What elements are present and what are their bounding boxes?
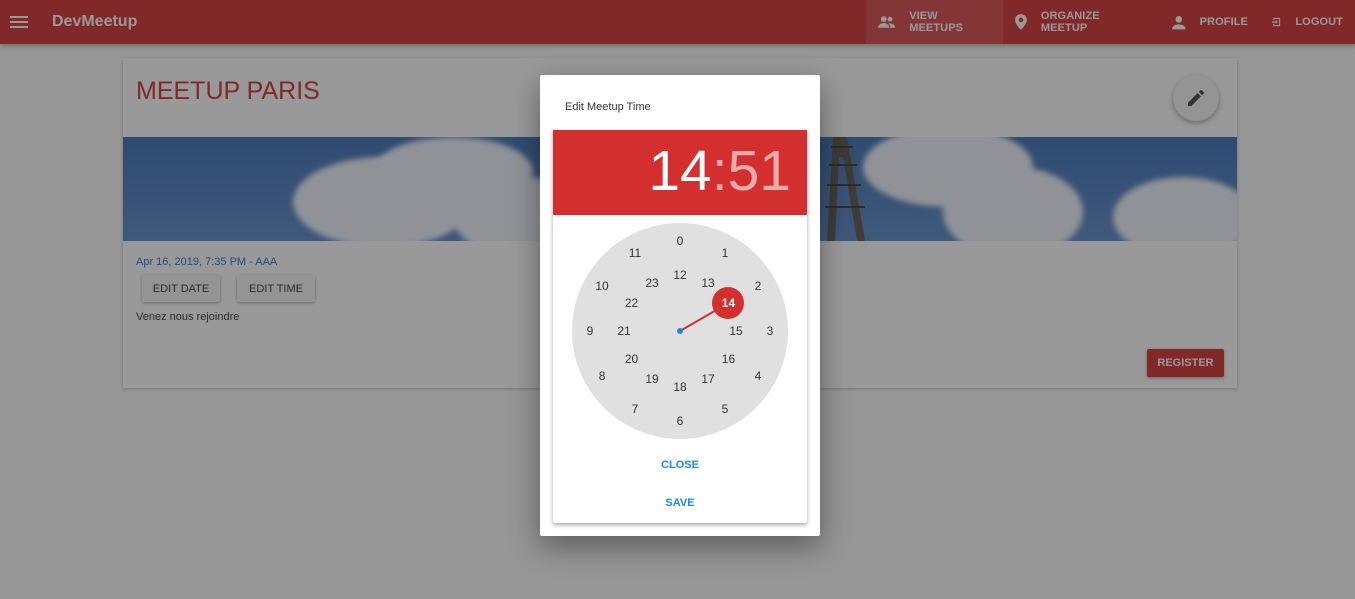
clock-hour-16[interactable]: 16 xyxy=(716,351,740,367)
clock-hour-10[interactable]: 10 xyxy=(590,278,614,294)
minutes-display[interactable]: 51 xyxy=(728,139,791,203)
clock-hour-9[interactable]: 9 xyxy=(578,323,602,339)
clock-hour-4[interactable]: 4 xyxy=(746,368,770,384)
clock-hour-22[interactable]: 22 xyxy=(620,295,644,311)
close-button[interactable]: CLOSE xyxy=(553,459,807,471)
clock-hour-21[interactable]: 21 xyxy=(612,323,636,339)
clock-hour-0[interactable]: 0 xyxy=(668,233,692,249)
clock-hour-18[interactable]: 18 xyxy=(668,379,692,395)
clock-hour-15[interactable]: 15 xyxy=(724,323,748,339)
clock-hour-13[interactable]: 13 xyxy=(696,275,720,291)
time-picker-header: 14:51 xyxy=(553,130,807,215)
clock-hour-5[interactable]: 5 xyxy=(713,401,737,417)
clock-face[interactable]: 0 1 2 3 4 5 6 7 8 9 10 11 12 13 14 15 16 17 18 19 20 21 22 23 xyxy=(572,223,788,439)
clock-hour-7[interactable]: 7 xyxy=(623,401,647,417)
clock-center xyxy=(677,328,683,334)
hours-display[interactable]: 14 xyxy=(648,139,711,203)
clock-hour-6[interactable]: 6 xyxy=(668,413,692,429)
clock-hour-8[interactable]: 8 xyxy=(590,368,614,384)
time-picker: 14:51 0 1 2 3 4 5 6 7 8 9 10 11 12 13 14 15 16 17 18 19 20 21… xyxy=(553,130,807,523)
clock-hour-2[interactable]: 2 xyxy=(746,278,770,294)
clock-hour-3[interactable]: 3 xyxy=(758,323,782,339)
time-display: 14:51 xyxy=(648,138,791,204)
clock-hour-14[interactable]: 14 xyxy=(716,295,740,311)
clock-hour-23[interactable]: 23 xyxy=(640,275,664,291)
save-button[interactable]: SAVE xyxy=(553,497,807,509)
clock-hour-1[interactable]: 1 xyxy=(713,245,737,261)
clock-hour-20[interactable]: 20 xyxy=(620,351,644,367)
clock-hour-12[interactable]: 12 xyxy=(668,267,692,283)
clock-hour-11[interactable]: 11 xyxy=(623,245,647,261)
time-separator: : xyxy=(711,139,728,203)
dialog-title: Edit Meetup Time xyxy=(565,101,651,113)
clock-hour-17[interactable]: 17 xyxy=(696,371,720,387)
clock-hour-19[interactable]: 19 xyxy=(640,371,664,387)
edit-time-dialog: Edit Meetup Time 14:51 0 1 2 3 4 5 6 7 8 9 10 11 12 1… xyxy=(540,75,820,536)
